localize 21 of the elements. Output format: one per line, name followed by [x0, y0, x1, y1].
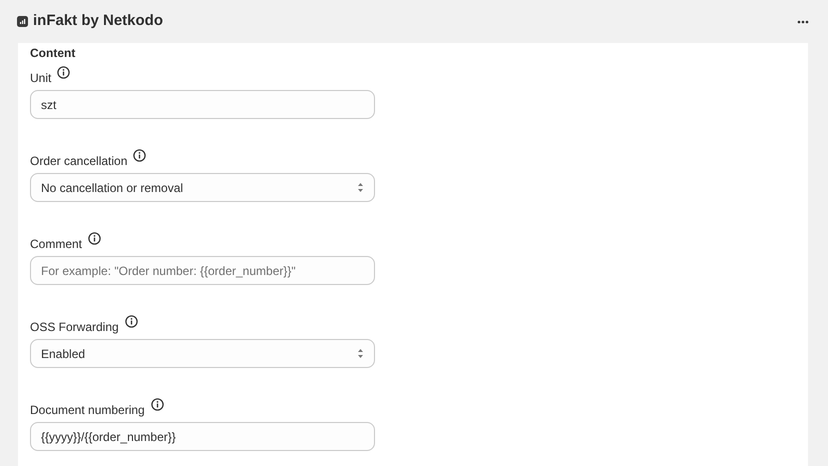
text-field[interactable]: {{yyyy}}/{{order_number}} — [30, 422, 375, 451]
field-label: OSS Forwarding — [30, 319, 119, 336]
select-field[interactable]: Enabled — [30, 339, 375, 368]
info-icon[interactable] — [57, 66, 70, 79]
text-field[interactable]: For example: "Order number: {{order_number}}" — [30, 256, 375, 285]
stepper-icon — [357, 182, 364, 193]
window-title: inFakt by Netkodo — [33, 11, 164, 32]
select-field[interactable]: No cancellation or removal — [30, 173, 375, 202]
more-icon[interactable] — [797, 20, 809, 24]
field-label: Order cancellation — [30, 153, 128, 170]
info-icon[interactable] — [133, 149, 146, 162]
info-icon[interactable] — [124, 315, 138, 328]
field-label: Comment — [30, 236, 82, 253]
app-logo-icon — [17, 16, 28, 27]
stepper-icon — [357, 348, 364, 359]
info-icon[interactable] — [150, 398, 164, 411]
text-field[interactable]: szt — [30, 90, 375, 119]
field-label: Document numbering — [30, 402, 145, 419]
info-icon[interactable] — [88, 232, 102, 245]
section-title: Content — [30, 45, 76, 62]
field-label: Unit — [30, 70, 52, 87]
